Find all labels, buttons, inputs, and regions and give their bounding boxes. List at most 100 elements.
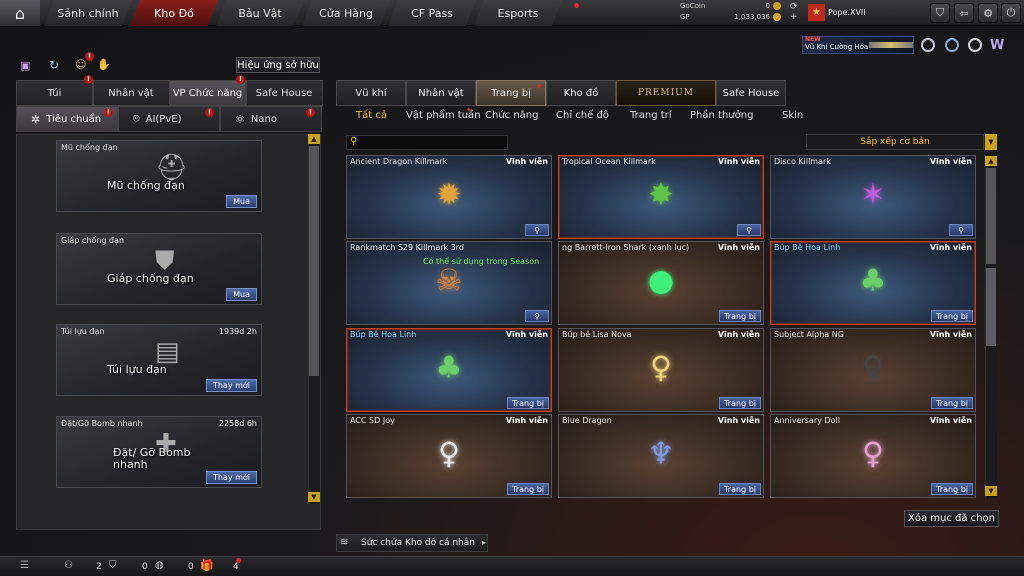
item-name: Disco Killmark bbox=[774, 157, 831, 166]
character-icon[interactable]: ☺ bbox=[75, 58, 86, 71]
right-tab-5[interactable]: Safe House bbox=[716, 80, 786, 106]
shield-icon[interactable]: ⛉ bbox=[930, 3, 950, 23]
event-icon-2[interactable] bbox=[945, 38, 959, 52]
green-orb-icon: ● bbox=[647, 263, 675, 299]
sort-dropdown[interactable]: Sắp xếp cơ bản bbox=[806, 134, 984, 150]
right-subtab-4[interactable]: Trang trí bbox=[630, 110, 672, 121]
exit-icon[interactable]: ⇦ bbox=[954, 3, 974, 23]
gift-box-icon[interactable]: 🎁 bbox=[200, 559, 214, 572]
gp-label: GP bbox=[680, 13, 690, 21]
equip-button[interactable]: Trang bị bbox=[507, 483, 549, 495]
card-action-button[interactable]: Mua bbox=[226, 195, 257, 208]
left-scroll-up-arrow[interactable]: ▲ bbox=[308, 134, 320, 144]
gear-icon[interactable]: ⚙ bbox=[978, 3, 998, 23]
ownership-effect-button[interactable]: Hiệu ứng sở hữu bbox=[236, 57, 320, 73]
storage-capacity-bar[interactable]: ≋ Sức chứa Kho đồ cá nhân ▸ bbox=[336, 534, 488, 552]
equip-button[interactable]: Trang bị bbox=[507, 397, 549, 409]
card-action-button[interactable]: Thay mới bbox=[205, 379, 257, 392]
inventory-item[interactable]: Tropical Ocean Killmark Vĩnh viễn ✸ ⚲ bbox=[558, 155, 764, 239]
inventory-item[interactable]: Búp Bê Hoa Linh Vĩnh viễn ♣ Trang bị bbox=[770, 241, 976, 325]
preview-button[interactable]: ⚲ bbox=[737, 224, 761, 236]
white-doll-icon: ♀ bbox=[438, 436, 460, 472]
inventory-item[interactable]: Blue Dragon Vĩnh viễn ♆ Trang bị bbox=[558, 414, 764, 498]
promo-banner[interactable]: NEW Vũ Khí Cường Hóa bbox=[802, 36, 914, 54]
inventory-item[interactable]: Disco Killmark Vĩnh viễn ✶ ⚲ bbox=[770, 155, 976, 239]
left-tab-1[interactable]: Nhân vật bbox=[92, 80, 170, 106]
right-scroll-down-arrow[interactable]: ▼ bbox=[985, 486, 997, 496]
flower-doll-icon: ♣ bbox=[435, 350, 463, 386]
item-name: Búp Bê Hoa Linh bbox=[350, 330, 417, 339]
preview-button[interactable]: ⚲ bbox=[949, 224, 973, 236]
left-tab-3[interactable]: Safe House bbox=[245, 80, 323, 106]
inventory-item[interactable]: Subject Alpha NG Vĩnh viễn ♀ Trang bị bbox=[770, 328, 976, 412]
inventory-item[interactable]: Rankmatch S29 Killmark 3rd Có thể sử dụng… bbox=[346, 241, 552, 325]
right-tab-1[interactable]: Nhân vật bbox=[406, 80, 476, 106]
left-tab-2[interactable]: VP Chức năng bbox=[169, 80, 246, 106]
item-duration: Vĩnh viễn bbox=[929, 416, 972, 425]
subtab-alert-badge: ! bbox=[205, 108, 214, 117]
equip-button[interactable]: Trang bị bbox=[931, 310, 973, 322]
item-duration: Vĩnh viễn bbox=[505, 157, 548, 166]
currency-add-icon[interactable]: + bbox=[790, 12, 798, 22]
right-subtab-5[interactable]: Phần thưởng bbox=[690, 110, 753, 121]
clear-selected-button[interactable]: Xóa mục đã chọn bbox=[904, 510, 999, 527]
left-tab-0[interactable]: Túi bbox=[16, 80, 93, 106]
equip-button[interactable]: Trang bị bbox=[931, 483, 973, 495]
equip-button[interactable]: Trang bị bbox=[719, 483, 761, 495]
hand-icon[interactable]: ✋ bbox=[97, 58, 111, 71]
right-subtab-6[interactable]: Skin bbox=[782, 110, 803, 121]
event-icon-4[interactable]: W bbox=[990, 38, 1004, 53]
friends-icon[interactable]: ⚇ bbox=[64, 560, 73, 571]
inventory-item[interactable]: Anniversary Doll Vĩnh viễn ♀ Trang bị bbox=[770, 414, 976, 498]
right-tab-0[interactable]: Vũ khí bbox=[336, 80, 406, 106]
event-icon-3[interactable] bbox=[968, 38, 982, 52]
star-burst-icon: ✲ bbox=[31, 112, 41, 126]
card-action-button[interactable]: Mua bbox=[226, 288, 257, 301]
power-icon[interactable]: ⏻ bbox=[1001, 3, 1021, 23]
left-scroll-down-arrow[interactable]: ▼ bbox=[308, 492, 320, 502]
inventory-item[interactable]: ACC SD Joy Vĩnh viễn ♀ Trang bị bbox=[346, 414, 552, 498]
preview-button[interactable]: ⚲ bbox=[525, 310, 549, 322]
clan-shield-icon[interactable]: ⛉ bbox=[109, 560, 117, 571]
inventory-item[interactable]: ng Barrett-Iron Shark (xanh lục) Vĩnh viễ… bbox=[558, 241, 764, 325]
nav-tab-4[interactable]: CF Pass bbox=[388, 0, 476, 26]
nav-tab-1[interactable]: Kho Đồ bbox=[130, 0, 218, 26]
right-subtab-0[interactable]: Tất cả bbox=[356, 110, 387, 121]
right-tab-4[interactable]: PREMIUM bbox=[616, 80, 716, 106]
sort-dropdown-arrow-icon[interactable]: ▼ bbox=[985, 134, 997, 150]
home-button[interactable]: ⌂ bbox=[0, 0, 40, 26]
preview-button[interactable]: ⚲ bbox=[525, 224, 549, 236]
card-action-button[interactable]: Thay mới bbox=[205, 471, 257, 484]
equip-button[interactable]: Trang bị bbox=[719, 310, 761, 322]
currency-refresh-icon[interactable]: ⟳ bbox=[790, 2, 798, 12]
inventory-item[interactable]: Búp Bê Hoa Linh Vĩnh viễn ♣ Trang bị bbox=[346, 328, 552, 412]
nav-tab-0[interactable]: Sảnh chính bbox=[44, 0, 132, 26]
right-subtab-3[interactable]: Chỉ chế độ bbox=[556, 110, 609, 121]
event-icon-1[interactable] bbox=[921, 38, 935, 52]
chat-icon[interactable]: ◍ bbox=[155, 560, 164, 571]
right-tab-3[interactable]: Kho đồ bbox=[546, 80, 616, 106]
nav-tab-5[interactable]: Esports bbox=[474, 0, 562, 26]
left-scroll-thumb[interactable] bbox=[309, 146, 319, 376]
right-scroll-thumb[interactable] bbox=[986, 268, 996, 346]
card-title: Túi lựu đạn bbox=[61, 327, 105, 336]
history-icon[interactable]: ↻ bbox=[49, 58, 59, 72]
gift-icon[interactable]: ▣ bbox=[20, 59, 30, 72]
left-subtab-0[interactable]: ✲ Tiêu chuẩn bbox=[16, 106, 118, 132]
nav-tab-2[interactable]: Bảu Vật bbox=[216, 0, 304, 26]
equipment-card: Đặt/Gỡ Bomb nhanh 2258d 6h ✚ Đặt/ Gỡ Bomb n… bbox=[56, 416, 262, 488]
equip-button[interactable]: Trang bị bbox=[719, 397, 761, 409]
equip-button[interactable]: Trang bị bbox=[931, 397, 973, 409]
card-display-name: Giáp chống đạn bbox=[107, 272, 194, 285]
right-subtab-2[interactable]: Chức năng bbox=[485, 110, 539, 121]
menu-list-icon[interactable]: ☰ bbox=[20, 560, 29, 571]
anniversary-doll-icon: ♀ bbox=[862, 436, 884, 472]
esports-notification-dot bbox=[574, 3, 579, 8]
nav-tab-3[interactable]: Cửa Hàng bbox=[302, 0, 390, 26]
inventory-item[interactable]: Búp bê Lisa Nova Vĩnh viễn ♀ Trang bị bbox=[558, 328, 764, 412]
search-input[interactable]: ⚲ bbox=[346, 135, 508, 150]
right-scroll-thumb-top[interactable] bbox=[986, 168, 996, 264]
right-scroll-up-arrow[interactable]: ▲ bbox=[985, 156, 997, 166]
subtab-alert-badge: ! bbox=[104, 108, 113, 117]
inventory-item[interactable]: Ancient Dragon Killmark Vĩnh viễn ✹ ⚲ bbox=[346, 155, 552, 239]
